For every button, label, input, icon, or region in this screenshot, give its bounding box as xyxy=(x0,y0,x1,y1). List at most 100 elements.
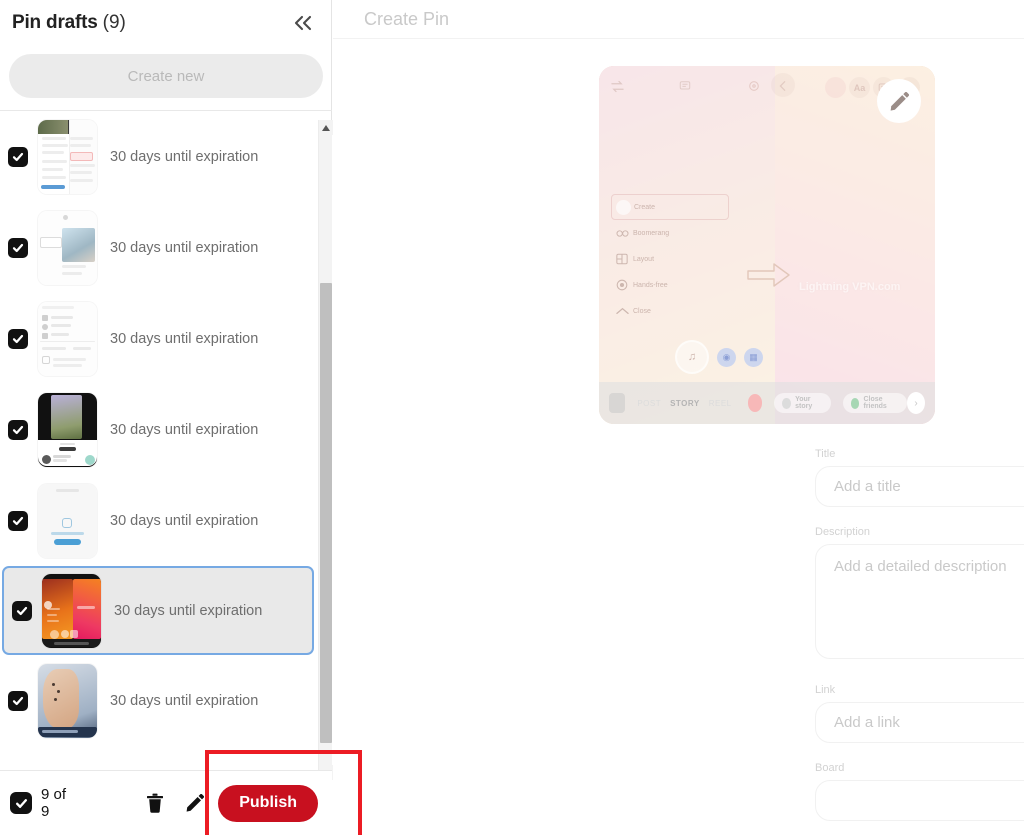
preview-chip-label: Close friends xyxy=(863,396,887,410)
title-input[interactable]: Add a title xyxy=(815,466,1024,507)
preview-chip-label: Your story xyxy=(795,396,813,410)
draft-thumbnail xyxy=(38,483,97,558)
title-field-group: Title Add a title xyxy=(815,448,1024,507)
draft-expiration-label: 30 days until expiration xyxy=(110,421,259,438)
chevron-right-icon: › xyxy=(907,392,925,414)
preview-menu-item-boomerang: Boomerang xyxy=(611,220,729,246)
draft-thumbnail xyxy=(38,392,97,467)
preview-mode-tabs: POST STORY REEL xyxy=(637,399,731,408)
publish-button[interactable]: Publish xyxy=(218,784,318,822)
close-friends-icon xyxy=(850,397,860,409)
pin-drafts-panel: Pin drafts (9) Create new 30 days until … xyxy=(0,0,333,835)
preview-mode-post: POST xyxy=(637,398,662,408)
preview-menu-item-layout: Layout xyxy=(611,246,729,272)
hands-free-icon xyxy=(611,279,633,291)
drafts-action-bar: 9 of 9 Publish xyxy=(0,771,332,835)
settings-icon xyxy=(748,79,760,97)
draft-expiration-label: 30 days until expiration xyxy=(110,692,259,709)
preview-watermark: Lightning VPN.com xyxy=(799,281,901,293)
draft-checkbox[interactable] xyxy=(8,328,28,349)
create-new-button[interactable]: Create new xyxy=(9,54,323,98)
preview-menu-label: Hands-free xyxy=(633,281,668,289)
your-story-icon xyxy=(782,397,792,409)
board-field-group: Board xyxy=(815,762,1024,821)
sticker-icon xyxy=(679,79,691,97)
chevron-double-left-icon[interactable] xyxy=(288,8,318,38)
app-root: Pin drafts (9) Create new 30 days until … xyxy=(0,0,1024,835)
preview-chip-close-friends: Close friends xyxy=(842,393,908,413)
list-item-selected[interactable]: 30 days until expiration xyxy=(2,566,314,655)
draft-checkbox[interactable] xyxy=(8,237,28,258)
description-label: Description xyxy=(815,526,871,538)
preview-menu-item-create: Create xyxy=(611,194,729,220)
draft-expiration-label: 30 days until expiration xyxy=(110,239,259,256)
shutter-button-icon: ♫ xyxy=(675,340,709,374)
pencil-icon[interactable] xyxy=(186,791,205,815)
preview-bottom-bar: POST STORY REEL Your story Close friends… xyxy=(599,382,935,424)
pin-form: Title Add a title Description Add a deta… xyxy=(815,448,1024,821)
preview-menu-label: Boomerang xyxy=(633,229,670,237)
draft-list-scrollbar[interactable] xyxy=(318,120,333,780)
layout-icon xyxy=(611,253,633,265)
boomerang-icon xyxy=(611,229,633,238)
list-item[interactable]: 30 days until expiration xyxy=(0,202,318,293)
preview-shutter-row: ♫ ◉ ▦ xyxy=(675,340,763,374)
link-input[interactable]: Add a link xyxy=(815,702,1024,743)
draft-expiration-label: 30 days until expiration xyxy=(110,148,259,165)
draft-checkbox[interactable] xyxy=(8,419,28,440)
draft-checkbox[interactable] xyxy=(8,690,28,711)
draft-checkbox[interactable] xyxy=(8,510,28,531)
preview-side-menu: Create Boomerang Layout Hands-free Close xyxy=(611,194,729,324)
back-icon xyxy=(771,73,795,97)
draft-thumbnail xyxy=(42,573,101,648)
selection-count-label: 9 of 9 xyxy=(41,786,67,820)
swap-camera-icon xyxy=(611,80,624,98)
avatar xyxy=(747,394,763,412)
create-pin-header: Create Pin xyxy=(333,0,1024,38)
draft-thumbnail xyxy=(38,119,97,194)
title-label: Title xyxy=(815,448,836,460)
draft-thumbnail xyxy=(38,301,97,376)
preview-chip-your-story: Your story xyxy=(774,393,831,413)
description-field-group: Description Add a detailed description xyxy=(815,526,1024,659)
preview-menu-item-close: Close xyxy=(611,298,729,324)
draft-expiration-label: 30 days until expiration xyxy=(114,602,263,619)
trash-icon[interactable] xyxy=(145,790,164,816)
preview-menu-item-hands-free: Hands-free xyxy=(611,272,729,298)
filter-icon xyxy=(825,77,846,98)
preview-menu-label: Create xyxy=(634,203,656,211)
select-all-checkbox[interactable] xyxy=(10,792,32,814)
pin-preview-image[interactable]: Aa ••• xyxy=(599,66,935,424)
chevron-up-icon xyxy=(611,307,633,315)
list-item[interactable]: 30 days until expiration xyxy=(0,111,318,202)
link-field-group: Link Add a link xyxy=(815,684,1024,743)
effects-icon: ◉ xyxy=(717,347,736,367)
draft-expiration-label: 30 days until expiration xyxy=(110,330,259,347)
list-item[interactable]: 30 days until expiration xyxy=(0,384,318,475)
draft-thumbnail xyxy=(38,210,97,285)
page-title: Pin drafts xyxy=(12,12,98,33)
create-new-wrap: Create new xyxy=(0,54,332,104)
preview-menu-label: Close xyxy=(633,307,651,315)
draft-list[interactable]: 30 days until expiration 30 days until e… xyxy=(0,111,318,771)
gallery-icon: ▦ xyxy=(744,347,763,367)
list-item[interactable]: 30 days until expiration xyxy=(0,293,318,384)
draft-checkbox[interactable] xyxy=(12,600,32,621)
text-icon: Aa xyxy=(849,77,870,98)
scrollbar-thumb[interactable] xyxy=(320,283,332,743)
pencil-edit-icon[interactable] xyxy=(877,79,921,123)
gallery-thumb-icon xyxy=(609,393,626,413)
description-input[interactable]: Add a detailed description xyxy=(815,544,1024,659)
preview-menu-label: Layout xyxy=(633,255,655,263)
arrow-right-annotation-icon xyxy=(747,262,791,293)
board-input[interactable] xyxy=(815,780,1024,821)
list-item[interactable]: 30 days until expiration xyxy=(0,475,318,566)
preview-mode-story: STORY xyxy=(670,398,700,408)
draft-thumbnail xyxy=(38,663,97,738)
preview-mode-reel: REEL xyxy=(708,398,732,408)
right-divider xyxy=(333,38,1024,39)
list-item[interactable]: 30 days until expiration xyxy=(0,655,318,746)
drafts-count: (9) xyxy=(102,12,126,33)
draft-checkbox[interactable] xyxy=(8,146,28,167)
triangle-up-icon[interactable] xyxy=(319,120,333,135)
